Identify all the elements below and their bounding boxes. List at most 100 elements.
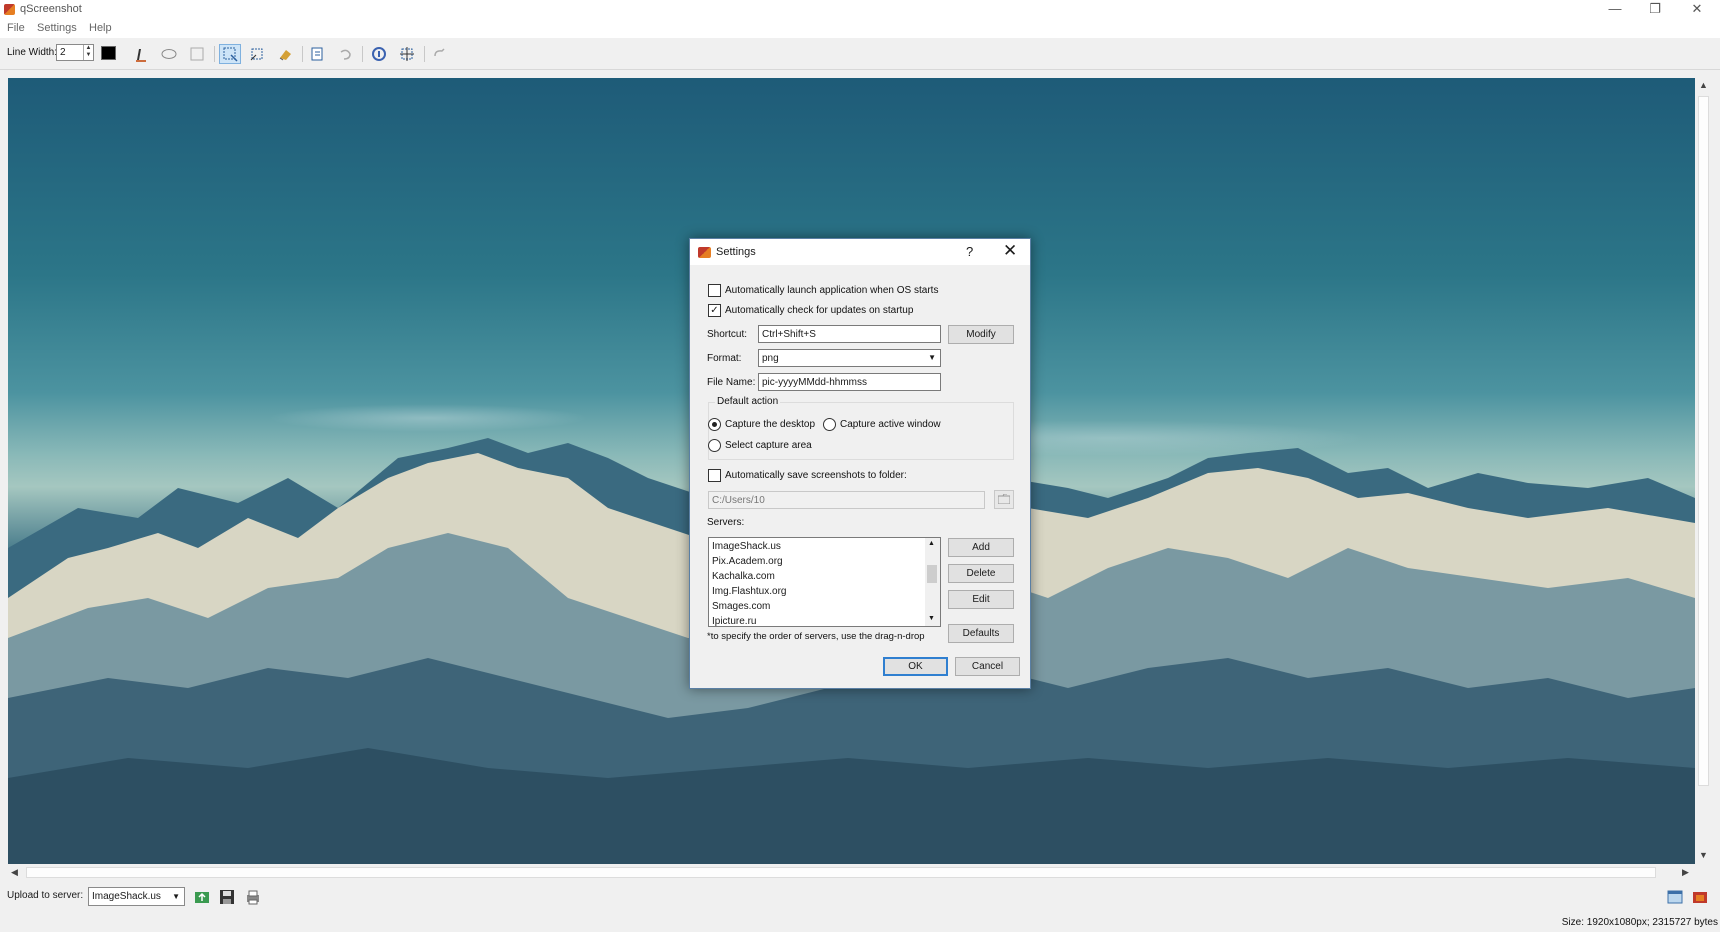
save-folder-input[interactable]: C:/Users/10 [708,491,985,509]
auto-update-label: Automatically check for updates on start… [725,305,914,316]
toolbar: Line Width: 2 ▲ ▼ [0,38,1720,70]
app-icon [4,4,15,15]
redo-tool-icon[interactable] [429,44,451,64]
restore-button[interactable]: ❐ [1636,0,1674,20]
screenshot-window-icon[interactable] [1665,887,1685,906]
upload-server-value: ImageShack.us [92,891,161,902]
menu-settings[interactable]: Settings [37,22,77,34]
select-area-label: Select capture area [725,440,812,451]
upload-label: Upload to server: [7,890,84,901]
horizontal-scrollbar[interactable]: ◀ ▶ [8,864,1695,881]
rectangle-tool-icon[interactable] [186,44,208,64]
auto-save-label: Automatically save screenshots to folder… [725,470,907,481]
close-window-button[interactable]: ✕ [1678,0,1716,20]
delete-server-button[interactable]: Delete [948,564,1014,583]
undo-tool-icon[interactable] [334,44,356,64]
servers-hint: *to specify the order of servers, use th… [707,631,925,642]
toolbar-separator [362,46,363,62]
save-folder-value: C:/Users/10 [712,495,765,506]
select-area-radio[interactable] [708,439,721,452]
scroll-up-icon[interactable]: ▲ [1699,80,1708,90]
ok-button[interactable]: OK [883,657,948,676]
format-value: png [762,353,779,364]
list-item[interactable]: ImageShack.us [712,541,781,552]
auto-update-checkbox[interactable]: ✓ [708,304,721,317]
print-icon[interactable] [243,887,263,906]
list-item[interactable]: Pix.Academ.org [712,556,783,567]
cancel-button[interactable]: Cancel [955,657,1020,676]
scroll-up-icon[interactable]: ▲ [928,540,935,547]
servers-label: Servers: [707,517,745,528]
spin-arrows-icon[interactable]: ▲ ▼ [83,45,93,60]
select-area-tool-icon[interactable] [219,44,241,64]
shortcut-label: Shortcut: [707,329,748,340]
menu-help[interactable]: Help [89,22,112,34]
app-icon [698,247,711,258]
auto-save-checkbox[interactable] [708,469,721,482]
crop-tool-icon[interactable] [246,44,268,64]
menu-file[interactable]: File [7,22,25,34]
upload-server-select[interactable]: ImageShack.us ▼ [88,887,185,906]
scroll-down-icon[interactable]: ▼ [928,615,935,622]
copy-tool-icon[interactable] [307,44,329,64]
filename-input[interactable]: pic-yyyyMMdd-hhmmss [758,373,941,391]
list-item[interactable]: Kachalka.com [712,571,775,582]
image-size-status: Size: 1920x1080px; 2315727 bytes [1561,917,1718,928]
auto-launch-label: Automatically launch application when OS… [725,285,939,296]
line-width-spinbox[interactable]: 2 ▲ ▼ [56,44,94,61]
defaults-servers-button[interactable]: Defaults [948,624,1014,643]
list-item[interactable]: Img.Flashtux.org [712,586,786,597]
scroll-left-icon[interactable]: ◀ [11,867,18,878]
filename-value: pic-yyyyMMdd-hhmmss [762,377,868,388]
scroll-right-icon[interactable]: ▶ [1682,867,1689,878]
shortcut-value: Ctrl+Shift+S [762,329,816,340]
ellipse-tool-icon[interactable] [158,44,180,64]
window-title: qScreenshot [20,3,82,15]
add-server-button[interactable]: Add [948,538,1014,557]
close-dialog-icon[interactable]: ✕ [1003,241,1017,261]
browse-folder-icon[interactable] [994,490,1014,509]
filename-label: File Name: [707,377,756,388]
pen-tool-icon[interactable] [130,44,152,64]
save-icon[interactable] [217,887,237,906]
title-bar: qScreenshot — ❐ ✕ [0,0,1720,20]
eraser-tool-icon[interactable] [274,44,296,64]
capture-window-icon[interactable] [396,44,418,64]
status-bar: Size: 1920x1080px; 2315727 bytes [0,912,1720,932]
edit-server-button[interactable]: Edit [948,590,1014,609]
list-item[interactable]: Smages.com [712,601,770,612]
capture-window-label: Capture active window [840,419,941,430]
servers-list-scrollbar[interactable]: ▲ ▼ [925,538,940,626]
dialog-title: Settings [716,246,756,258]
capture-desktop-label: Capture the desktop [725,419,816,430]
horizontal-scroll-thumb[interactable] [26,867,1656,878]
upload-icon[interactable] [192,887,212,906]
servers-scroll-thumb[interactable] [927,565,937,583]
capture-window-radio[interactable] [823,418,836,431]
servers-list[interactable]: ImageShack.us Pix.Academ.org Kachalka.co… [708,537,941,627]
shortcut-input[interactable]: Ctrl+Shift+S [758,325,941,343]
dialog-title-bar: Settings ? ✕ [690,239,1030,265]
pen-color-swatch[interactable] [101,46,116,60]
line-width-label: Line Width: [7,47,58,58]
scroll-down-icon[interactable]: ▼ [1699,850,1708,860]
help-button[interactable]: ? [966,244,973,259]
vertical-scroll-thumb[interactable] [1698,96,1709,786]
modify-shortcut-button[interactable]: Modify [948,325,1014,344]
capture-desktop-radio[interactable] [708,418,721,431]
app-tray-icon[interactable] [1690,887,1710,906]
vertical-scrollbar[interactable]: ▲ ▼ [1695,78,1712,864]
toolbar-separator [214,46,215,62]
list-item[interactable]: Ipicture.ru [712,616,756,626]
capture-desktop-icon[interactable] [368,44,390,64]
minimize-button[interactable]: — [1596,0,1634,20]
toolbar-separator [302,46,303,62]
auto-launch-checkbox[interactable] [708,284,721,297]
menu-bar: File Settings Help [0,20,1720,38]
chevron-down-icon: ▼ [172,892,180,901]
default-action-title: Default action [715,396,781,407]
default-action-group [708,402,1014,460]
line-width-value: 2 [60,47,66,58]
format-select[interactable]: png ▼ [758,349,941,367]
upload-bar: Upload to server: ImageShack.us ▼ [0,882,1720,912]
